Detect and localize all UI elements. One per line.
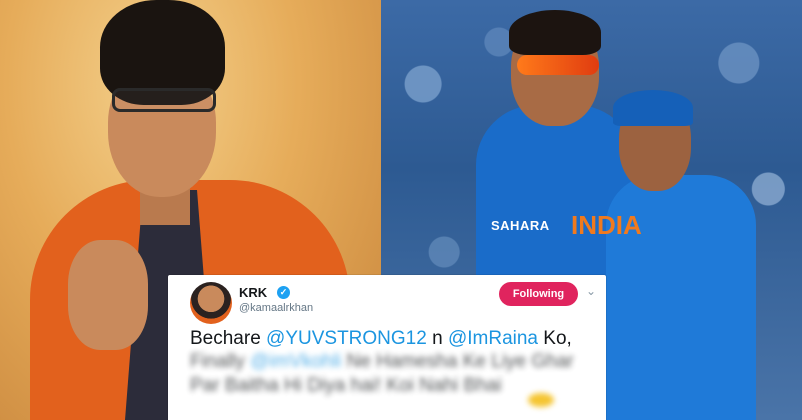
tweet-text-suffix: Ko, bbox=[538, 328, 572, 349]
mention-yuvstrong12[interactable]: @YUVSTRONG12 bbox=[266, 328, 427, 349]
jersey-sponsor-text: SAHARA bbox=[491, 218, 550, 233]
jersey-team-text: INDIA bbox=[571, 210, 642, 240]
blurred-mention: @imVkohli bbox=[250, 351, 342, 372]
avatar[interactable] bbox=[190, 282, 232, 324]
blurred-text-start: Finally bbox=[190, 351, 251, 372]
author-name[interactable]: KRK bbox=[239, 285, 267, 300]
mention-imraina[interactable]: @ImRaina bbox=[448, 328, 538, 349]
player-1-sunglasses bbox=[517, 55, 599, 75]
blurred-line-2: Par Baitha Hi Diya hai! Koi Nahi Bhai bbox=[190, 375, 502, 396]
player-2-cap bbox=[613, 90, 693, 126]
verified-icon: ✓ bbox=[277, 286, 290, 299]
tweet-text-mid: n bbox=[426, 328, 448, 349]
glasses bbox=[112, 88, 216, 112]
hand bbox=[68, 240, 148, 350]
author-handle[interactable]: @kamaalrkhan bbox=[239, 302, 313, 314]
emoji-icon bbox=[528, 393, 554, 407]
player-1-hair bbox=[509, 10, 601, 55]
blurred-text-end: Ne Hamesha Ke Liye Ghar bbox=[341, 351, 574, 372]
chevron-down-icon[interactable]: ⌄ bbox=[586, 284, 596, 298]
tweet-card: KRK ✓ @kamaalrkhan Following ⌄ Bechare @… bbox=[168, 275, 606, 420]
following-button[interactable]: Following bbox=[499, 282, 578, 306]
blurred-tweet-text: Finally @imVkohli Ne Hamesha Ke Liye Gha… bbox=[190, 350, 590, 398]
tweet-text: Bechare @YUVSTRONG12 n @ImRaina Ko, bbox=[190, 327, 598, 351]
tweet-text-prefix: Bechare bbox=[190, 328, 267, 349]
